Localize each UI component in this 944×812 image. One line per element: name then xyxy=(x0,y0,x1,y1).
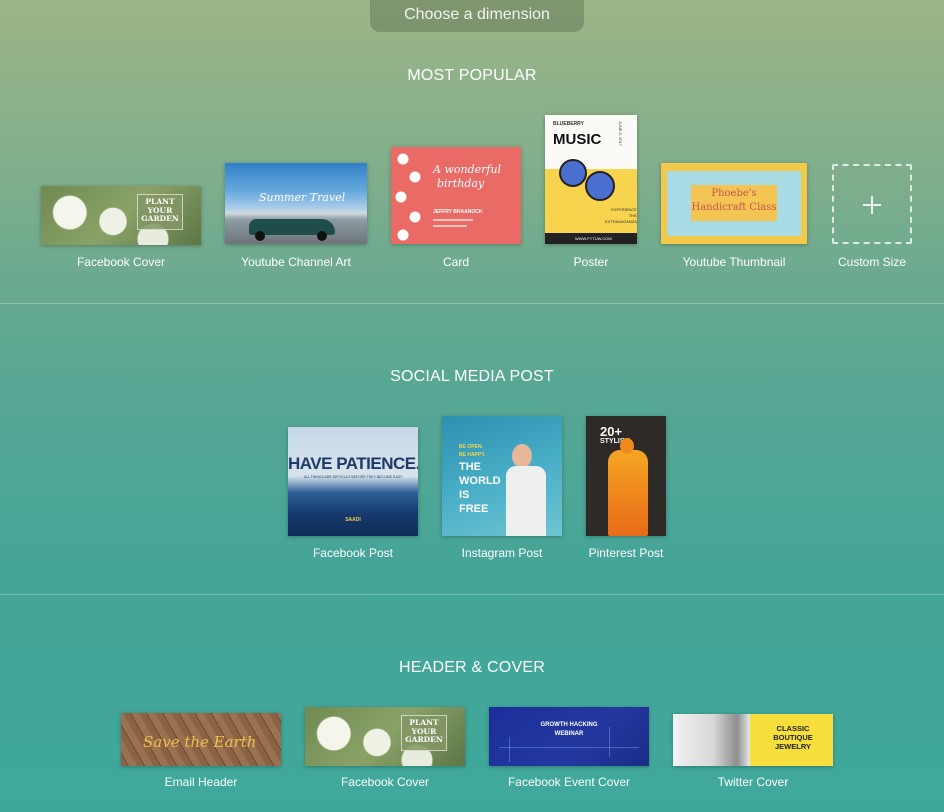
template-youtube-thumbnail[interactable]: Phoebe's Handicraft Class Youtube Thumbn… xyxy=(661,163,807,276)
twitter-cover-thumbnail: CLASSIC BOUTIQUE JEWELRY xyxy=(673,714,833,766)
template-label: Instagram Post xyxy=(461,546,543,560)
section-title-header-cover: HEADER & COVER xyxy=(399,659,545,676)
instagram-post-thumbnail: BE OPEN. BE HAPPY. THE WORLD IS FREE xyxy=(442,416,562,536)
youtube-thumbnail-thumbnail: Phoebe's Handicraft Class xyxy=(661,163,807,244)
youtube-channel-art-thumbnail: Summer Travel xyxy=(225,163,367,244)
template-instagram-post[interactable]: BE OPEN. BE HAPPY. THE WORLD IS FREE Ins… xyxy=(442,416,562,561)
template-label: Youtube Thumbnail xyxy=(682,255,786,269)
template-facebook-cover-header[interactable]: PLANT YOUR GARDEN Facebook Cover xyxy=(305,707,465,791)
section-title-social-media-post: SOCIAL MEDIA POST xyxy=(390,368,554,385)
template-facebook-cover[interactable]: PLANT YOUR GARDEN Facebook Cover xyxy=(41,186,201,276)
template-label: Facebook Cover xyxy=(340,775,430,789)
choose-dimension-tab[interactable]: Choose a dimension xyxy=(370,0,584,32)
template-label: Twitter Cover xyxy=(717,775,789,789)
template-facebook-event-cover[interactable]: GROWTH HACKING WEBINAR Facebook Event Co… xyxy=(489,707,649,791)
facebook-cover-thumbnail: PLANT YOUR GARDEN xyxy=(305,707,465,766)
facebook-post-thumbnail: HAVE PATIENCE. ALL THINGS ARE DIFFICULT … xyxy=(288,427,418,536)
email-header-thumbnail: Save the Earth xyxy=(121,713,281,766)
template-twitter-cover[interactable]: CLASSIC BOUTIQUE JEWELRY Twitter Cover xyxy=(673,714,833,791)
template-pinterest-post[interactable]: 20+ STYLISH Pinterest Post xyxy=(586,416,666,561)
template-facebook-post[interactable]: HAVE PATIENCE. ALL THINGS ARE DIFFICULT … xyxy=(288,427,418,561)
section-divider xyxy=(0,594,944,595)
template-label: Facebook Cover xyxy=(76,255,166,269)
section-title-most-popular: MOST POPULAR xyxy=(407,67,537,84)
template-label: Pinterest Post xyxy=(588,546,664,560)
template-label: Youtube Channel Art xyxy=(241,255,351,269)
template-email-header[interactable]: Save the Earth Email Header xyxy=(121,713,281,791)
template-label: Facebook Event Cover xyxy=(507,775,631,789)
template-label: Card xyxy=(442,255,469,269)
template-card[interactable]: A wonderful birthday JEFFRY BRAANOCK Car… xyxy=(391,147,521,276)
pinterest-post-thumbnail: 20+ STYLISH xyxy=(586,416,666,536)
template-label: Poster xyxy=(573,255,609,269)
template-custom-size[interactable]: Custom Size xyxy=(832,164,912,276)
card-thumbnail: A wonderful birthday JEFFRY BRAANOCK xyxy=(391,147,521,244)
template-youtube-channel-art[interactable]: Summer Travel Youtube Channel Art xyxy=(225,163,367,276)
facebook-cover-thumbnail: PLANT YOUR GARDEN xyxy=(41,186,201,245)
template-poster[interactable]: BLUEBERRY MUSIC JUNE 5, 2017 EXPERIENCE … xyxy=(545,115,637,276)
facebook-event-cover-thumbnail: GROWTH HACKING WEBINAR xyxy=(489,707,649,766)
template-label: Custom Size xyxy=(837,255,907,269)
template-label: Facebook Post xyxy=(312,546,394,560)
section-divider xyxy=(0,303,944,304)
template-label: Email Header xyxy=(164,775,238,789)
custom-size-box xyxy=(832,164,912,244)
poster-thumbnail: BLUEBERRY MUSIC JUNE 5, 2017 EXPERIENCE … xyxy=(545,115,637,244)
